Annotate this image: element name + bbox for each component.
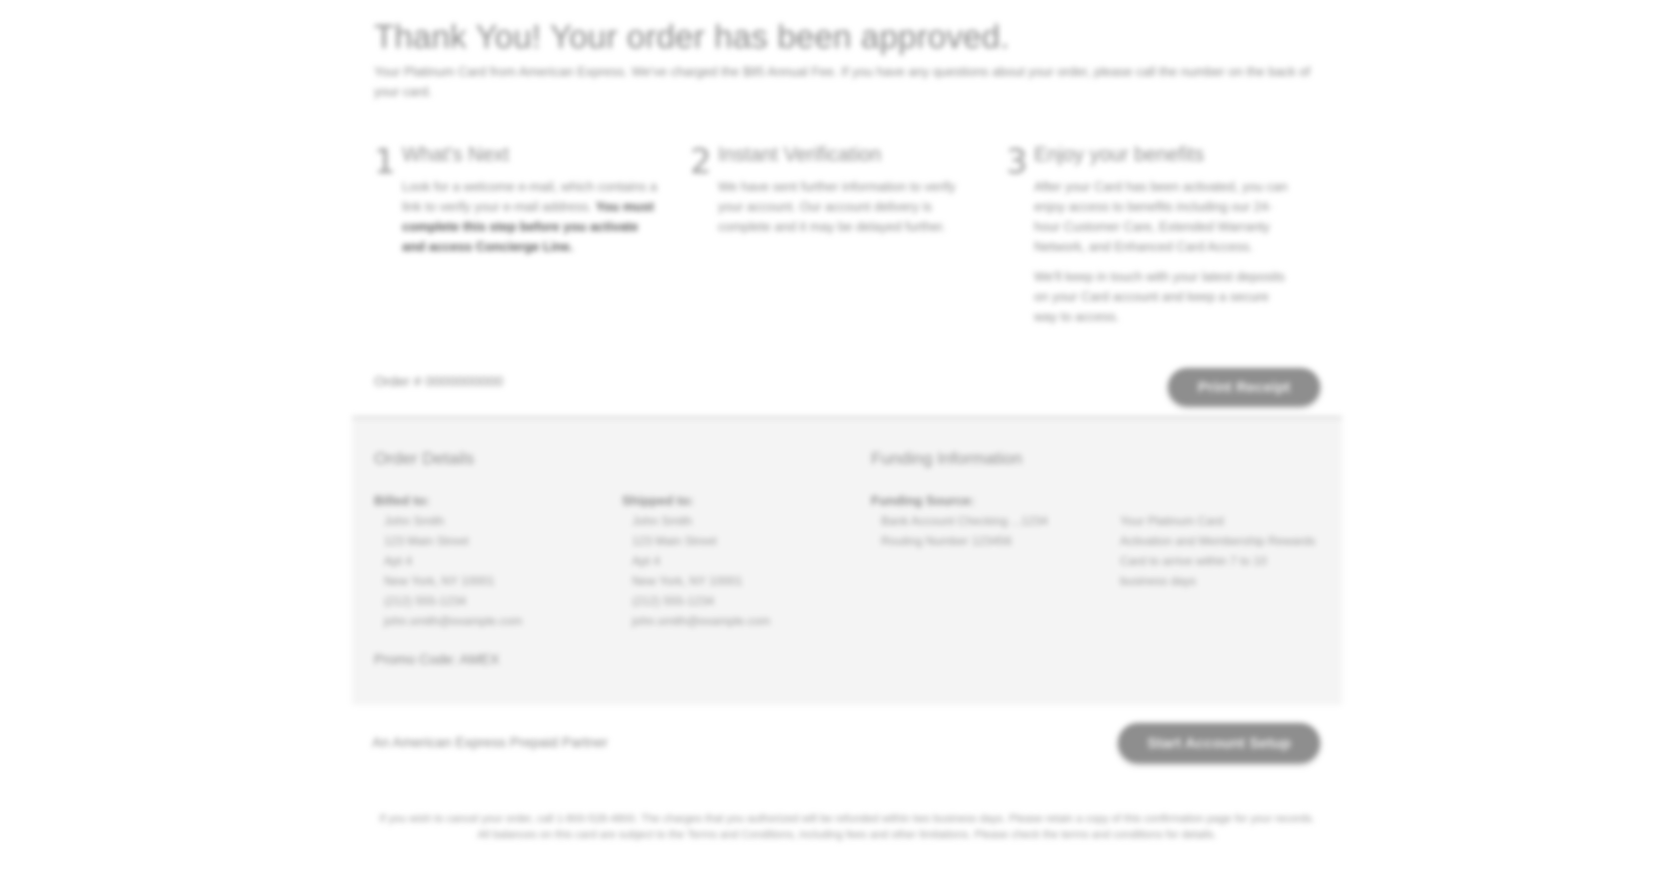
note-line: business days (1120, 574, 1197, 588)
address-line: (212) 555-1234 (632, 594, 715, 608)
confirmation-page: Thank You! Your order has been approved.… (0, 0, 1680, 880)
billed-to-label: Billed to: (374, 493, 430, 508)
page-subtitle: Your Platinum Card from American Express… (374, 64, 1311, 99)
address-line: John Smith (632, 514, 693, 528)
funding-line: Bank Account Checking ...1234 (881, 514, 1048, 528)
address-line: john.smith@example.com (384, 614, 523, 628)
header: Thank You! Your order has been approved.… (374, 18, 1320, 102)
shipped-to-label: Shipped to: (622, 493, 694, 508)
funding-column: Funding Source: Bank Account Checking ..… (871, 491, 1048, 551)
address-line: New York, NY 10001 (632, 574, 743, 588)
step-text-paragraph: We'll keep in touch with your latest dep… (1034, 269, 1285, 324)
address-line: Apt 4 (632, 554, 661, 568)
funding-label: Funding Source: (871, 493, 975, 508)
step-body: Enjoy your benefits After your Card has … (1034, 144, 1294, 337)
step-title: What's Next (402, 144, 510, 166)
step-text: We have sent further information to veri… (718, 179, 956, 234)
step-text-paragraph: After your Card has been activated, you … (1034, 179, 1288, 254)
steps: 1 What's Next Look for a welcome e-mail,… (374, 144, 1320, 337)
address-line: 123 Main Street (384, 534, 469, 548)
address-line: New York, NY 10001 (384, 574, 495, 588)
step-body: What's Next Look for a welcome e-mail, w… (402, 144, 662, 337)
step-title: Instant Verification (718, 144, 882, 166)
address-line: John Smith (384, 514, 445, 528)
details-panel: Order Details Funding Information Billed… (352, 419, 1342, 705)
step-number: 2 (690, 142, 712, 182)
partner-link[interactable]: An American Express Prepaid Partner (372, 734, 608, 750)
notes-column: Your Platinum Card Activation and Member… (1120, 511, 1315, 591)
step-1: 1 What's Next Look for a welcome e-mail,… (374, 144, 688, 337)
order-details-heading: Order Details (374, 449, 475, 468)
step-body: Instant Verification We have sent furthe… (718, 144, 978, 337)
address-line: (212) 555-1234 (384, 594, 467, 608)
address-line: Apt 4 (384, 554, 413, 568)
step-number: 1 (374, 142, 396, 182)
note-line: Card to arrive within 7 to 10 (1120, 554, 1267, 568)
step-text: Look for a welcome e-mail, which contain… (402, 177, 662, 257)
funding-info-heading: Funding Information (871, 449, 1023, 468)
order-number: Order # 0000000000 (374, 373, 504, 389)
step-text: After your Card has been activated, you … (1034, 177, 1294, 327)
start-setup-button[interactable]: Start Account Setup (1118, 723, 1320, 763)
note-line: Your Platinum Card (1120, 514, 1224, 528)
promo-code: Promo Code: AMEX (374, 651, 500, 667)
address-line: john.smith@example.com (632, 614, 771, 628)
note-line: Activation and Membership Rewards (1120, 534, 1316, 548)
step-3: 3 Enjoy your benefits After your Card ha… (1006, 144, 1320, 337)
address-line: 123 Main Street (632, 534, 717, 548)
step-title: Enjoy your benefits (1034, 144, 1205, 166)
shipped-to-column: Shipped to: John Smith 123 Main Street A… (622, 491, 770, 631)
step-2: 2 Instant Verification We have sent furt… (690, 144, 1004, 337)
print-receipt-button[interactable]: Print Receipt (1168, 368, 1320, 406)
disclaimer: If you wish to cancel your order, call 1… (379, 813, 1315, 841)
funding-line: Routing Number 123456 (881, 534, 1012, 548)
step-number: 3 (1006, 142, 1028, 182)
page-title: Thank You! Your order has been approved. (374, 18, 1010, 55)
billed-to-column: Billed to: John Smith 123 Main Street Ap… (374, 491, 522, 631)
